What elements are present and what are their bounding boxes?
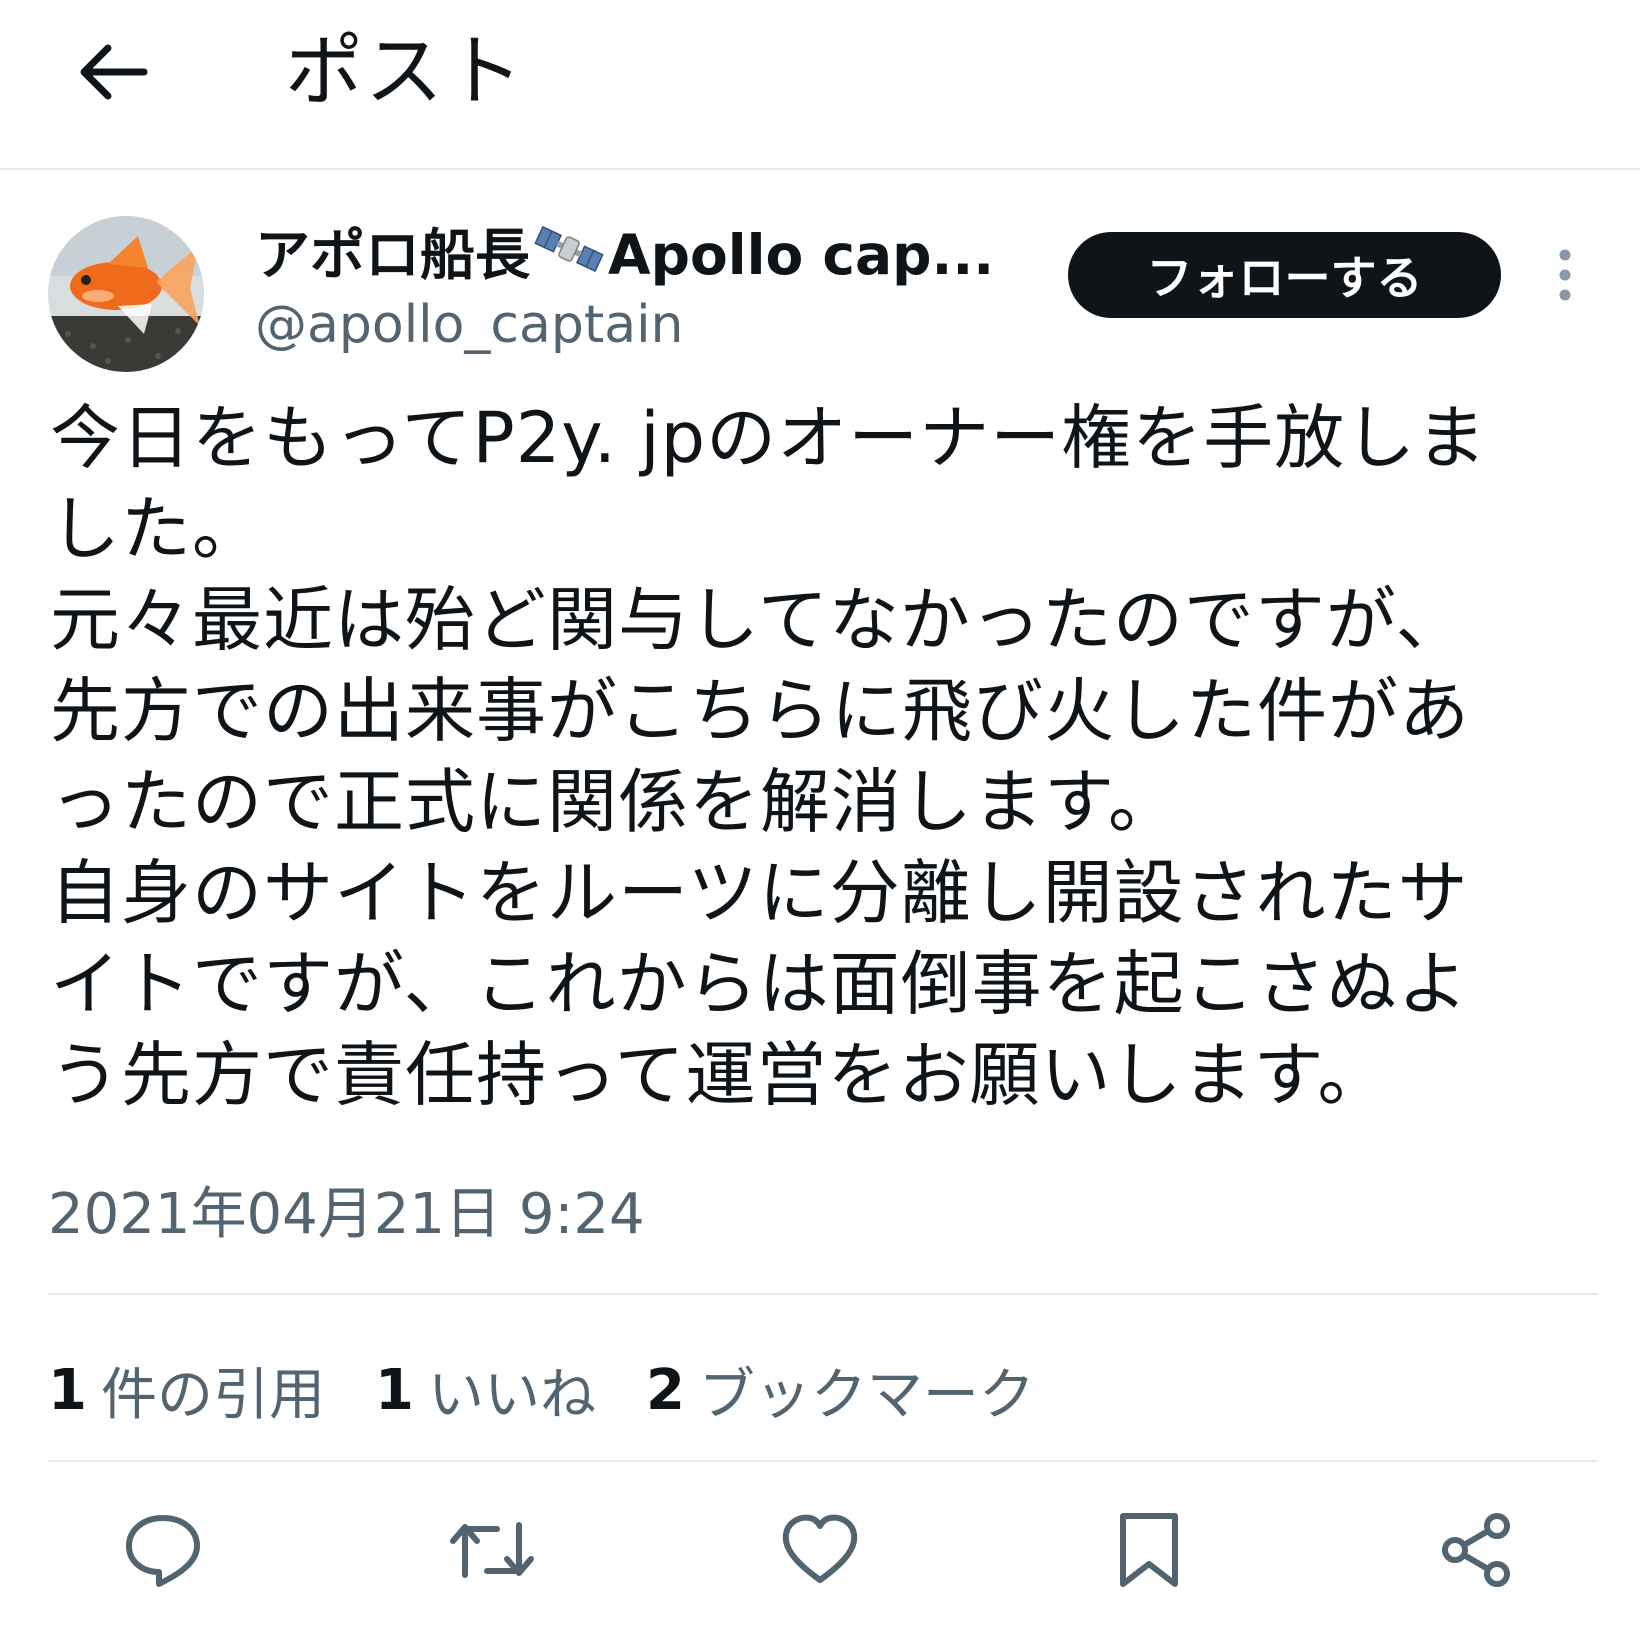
reply-icon [126, 1515, 200, 1587]
bookmarks-count: 2 [645, 1357, 685, 1423]
like-icon [782, 1514, 858, 1583]
reply-button[interactable] [118, 1505, 208, 1595]
likes-stat[interactable]: 1 いいね [375, 1350, 596, 1431]
repost-icon [450, 1522, 534, 1578]
post-stats: 1 件の引用 1 いいね 2 ブックマーク [48, 1350, 1085, 1430]
likes-label: いいね [427, 1362, 596, 1428]
post-line: う先方で責任持って運営をお願いします。 [50, 1034, 1389, 1116]
page-title: ポスト [285, 27, 526, 117]
follow-button[interactable]: フォローする [1068, 232, 1501, 318]
action-bar [0, 1505, 1640, 1595]
bookmarks-stat[interactable]: 2 ブックマーク [646, 1350, 1035, 1431]
post-line: 先方での出来事がこちらに飛び火した件があ [50, 670, 1470, 752]
more-vertical-icon [1559, 249, 1571, 301]
post-line: 今日をもってP2y. jpのオーナー権を手放しま [50, 397, 1488, 479]
top-bar: ポスト [0, 0, 1640, 170]
post-text: 今日をもってP2y. jpのオーナー権を手放しま した。 元々最近は殆ど関与して… [50, 393, 1570, 1121]
likes-count: 1 [374, 1357, 414, 1423]
more-options-button[interactable] [1540, 240, 1590, 310]
quotes-label: 件の引用 [100, 1362, 325, 1428]
post-line: した。 [50, 488, 263, 570]
avatar[interactable] [48, 216, 204, 372]
share-button[interactable] [1432, 1505, 1522, 1595]
post-line: イトですが、これからは面倒事を起こさぬよ [50, 943, 1469, 1025]
arrow-left-icon [80, 44, 148, 100]
repost-button[interactable] [447, 1505, 537, 1595]
author-display-name[interactable]: アポロ船長 Apollo cap... [255, 220, 1020, 290]
back-button[interactable] [62, 22, 162, 122]
post-line: 自身のサイトをルーツに分離し開設されたサ [50, 852, 1469, 934]
satellite-icon [534, 220, 604, 290]
post-timestamp[interactable]: 2021年04月21日 9:24 [48, 1180, 645, 1250]
bookmarks-label: ブックマーク [698, 1362, 1035, 1428]
divider [48, 1293, 1598, 1295]
share-icon [1442, 1513, 1510, 1587]
bookmark-button[interactable] [1104, 1505, 1194, 1595]
author-name-en: Apollo cap... [608, 223, 995, 287]
author-handle[interactable]: @apollo_captain [255, 295, 684, 355]
post-line: ったので正式に関係を解消します。 [50, 761, 1179, 843]
like-button[interactable] [775, 1505, 865, 1595]
quotes-stat[interactable]: 1 件の引用 [48, 1350, 325, 1431]
quotes-count: 1 [48, 1357, 87, 1423]
bookmark-icon [1120, 1513, 1178, 1587]
divider [48, 1460, 1598, 1462]
author-name-jp: アポロ船長 [255, 223, 531, 287]
post-line: 元々最近は殆ど関与してなかったのですが、 [50, 579, 1467, 661]
